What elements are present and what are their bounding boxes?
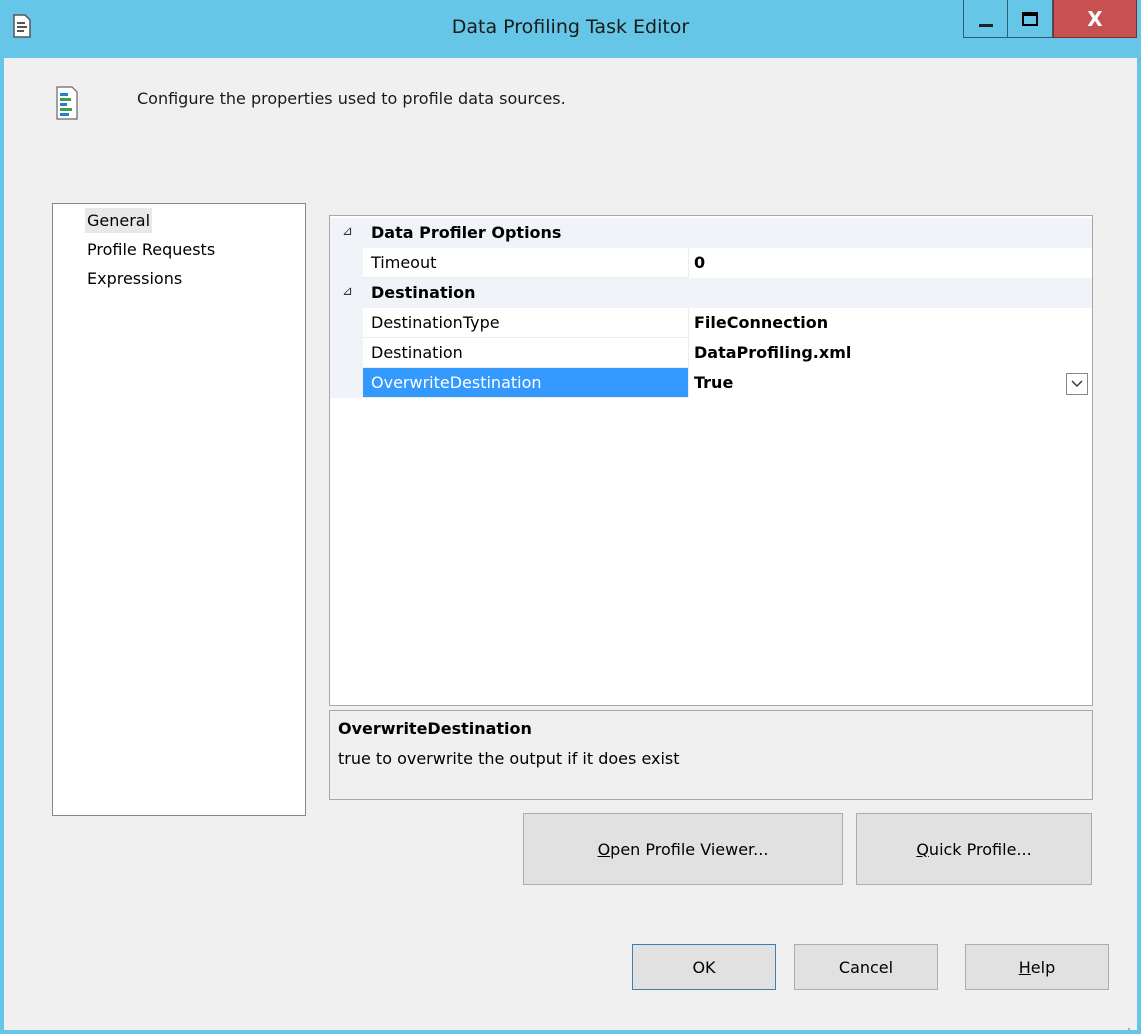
button-label: elp [1030, 957, 1056, 977]
close-button[interactable]: X [1053, 0, 1137, 38]
category-row-destination[interactable]: ⊿ Destination [330, 278, 1092, 308]
nav-item-profile-requests[interactable]: Profile Requests [85, 237, 217, 262]
minimize-icon [978, 24, 993, 27]
page-navigation-list: General Profile Requests Expressions [52, 203, 306, 816]
property-value[interactable]: True [694, 368, 733, 398]
category-label: Destination [371, 283, 476, 302]
value-dropdown-button[interactable] [1066, 373, 1088, 395]
category-label: Data Profiler Options [371, 223, 562, 242]
nav-item-expressions[interactable]: Expressions [85, 266, 184, 291]
property-row-timeout[interactable]: Timeout 0 [330, 248, 1092, 278]
ok-button[interactable]: OK [632, 944, 776, 990]
property-description-panel: OverwriteDestination true to overwrite t… [329, 710, 1093, 800]
resize-grip-icon[interactable] [1123, 1016, 1131, 1030]
property-name[interactable]: Destination [363, 338, 688, 368]
quick-profile-button[interactable]: Quick Profile... [856, 813, 1092, 885]
row-margin [330, 308, 363, 338]
property-grid: ⊿ Data Profiler Options Timeout 0 ⊿ Dest… [329, 215, 1093, 706]
button-accelerator: H [1018, 957, 1031, 977]
property-name[interactable]: Timeout [363, 248, 688, 278]
maximize-icon [1022, 11, 1038, 26]
property-name[interactable]: DestinationType [363, 308, 688, 338]
button-accelerator: Q [916, 839, 929, 859]
open-profile-viewer-button[interactable]: Open Profile Viewer... [523, 813, 843, 885]
category-row-data-profiler-options[interactable]: ⊿ Data Profiler Options [330, 218, 1092, 248]
column-divider [688, 308, 689, 338]
nav-item-general[interactable]: General [85, 208, 153, 233]
help-button[interactable]: Help [965, 944, 1109, 990]
minimize-button[interactable] [963, 0, 1008, 38]
button-label: pen Profile Viewer... [610, 839, 769, 859]
property-row-destinationtype[interactable]: DestinationType FileConnection [330, 308, 1092, 338]
description-text: true to overwrite the output if it does … [338, 749, 680, 768]
cancel-button[interactable]: Cancel [794, 944, 938, 990]
dialog-description: Configure the properties used to profile… [137, 89, 566, 108]
row-margin [330, 338, 363, 368]
dialog-window: Data Profiling Task Editor X Configure t… [0, 0, 1141, 1034]
property-row-destination[interactable]: Destination DataProfiling.xml [330, 338, 1092, 368]
row-margin [330, 368, 363, 398]
button-label: uick Profile... [928, 839, 1032, 859]
column-divider [688, 248, 689, 278]
description-title: OverwriteDestination [338, 719, 532, 738]
property-value[interactable]: DataProfiling.xml [694, 338, 851, 368]
title-bar[interactable]: Data Profiling Task Editor X [0, 0, 1141, 58]
property-row-overwritedestination[interactable]: OverwriteDestination True [330, 368, 1092, 398]
collapse-icon[interactable]: ⊿ [342, 224, 353, 239]
collapse-icon[interactable]: ⊿ [342, 284, 353, 299]
close-icon: X [1087, 6, 1103, 31]
chevron-down-icon [1071, 380, 1083, 387]
property-value[interactable]: 0 [694, 248, 705, 278]
row-margin [330, 248, 363, 278]
column-divider [688, 338, 689, 368]
property-value[interactable]: FileConnection [694, 308, 828, 338]
maximize-button[interactable] [1008, 0, 1053, 38]
button-accelerator: O [597, 839, 611, 859]
data-profiling-icon [56, 86, 78, 120]
property-name[interactable]: OverwriteDestination [363, 368, 688, 398]
column-divider [688, 368, 689, 398]
